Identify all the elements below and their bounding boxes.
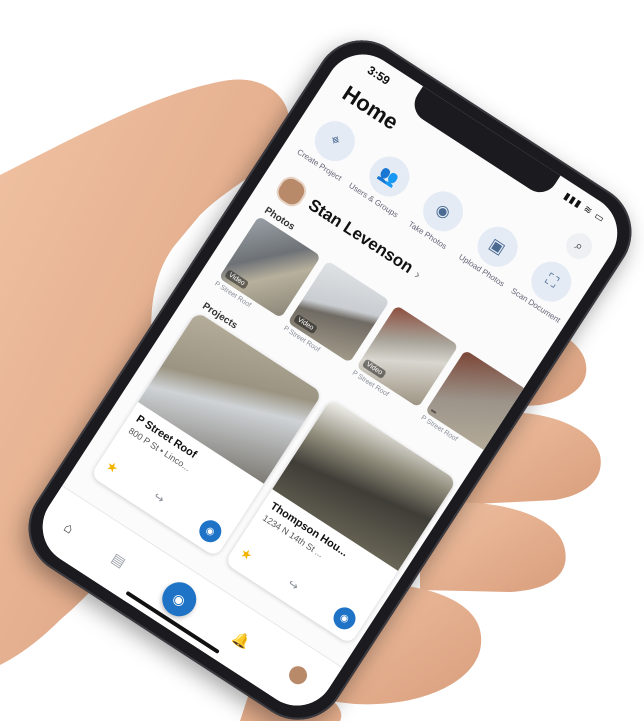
- chevron-right-icon: ›: [412, 266, 425, 282]
- tab-profile[interactable]: [284, 662, 311, 689]
- status-time: 3:59: [364, 63, 393, 88]
- scan-icon: ⛶: [542, 271, 561, 292]
- pin-plus-icon: ⌖: [326, 131, 344, 151]
- bell-icon: 🔔: [230, 627, 254, 651]
- camera-icon[interactable]: ◉: [195, 516, 226, 547]
- star-icon[interactable]: ★: [103, 458, 121, 478]
- avatar: [285, 662, 311, 688]
- search-button[interactable]: ⌕: [561, 228, 598, 265]
- avatar: [272, 172, 311, 211]
- camera-icon: ◉: [432, 200, 454, 223]
- image-upload-icon: ▣: [485, 235, 508, 259]
- camera-icon[interactable]: ◉: [329, 603, 360, 634]
- share-icon[interactable]: ↪: [151, 489, 167, 506]
- users-icon: 👥: [375, 164, 402, 190]
- search-icon: ⌕: [572, 237, 587, 254]
- tab-home[interactable]: ⌂: [61, 519, 77, 537]
- tab-notifications[interactable]: 🔔: [230, 627, 254, 652]
- photo-badge: [430, 409, 437, 414]
- photo-scene: 3:59 ▮▮▮ ≋ ▭ Home ⌕ ⌖ Create Project 👥 U…: [0, 0, 644, 721]
- share-icon[interactable]: ↪: [285, 576, 301, 593]
- star-icon[interactable]: ★: [237, 545, 256, 565]
- home-icon: ⌂: [61, 518, 77, 537]
- tab-gallery[interactable]: ▤: [109, 549, 129, 570]
- camera-icon: ◉: [170, 588, 190, 609]
- gallery-icon: ▤: [109, 549, 129, 570]
- status-icons: ▮▮▮ ≋ ▭: [561, 190, 607, 226]
